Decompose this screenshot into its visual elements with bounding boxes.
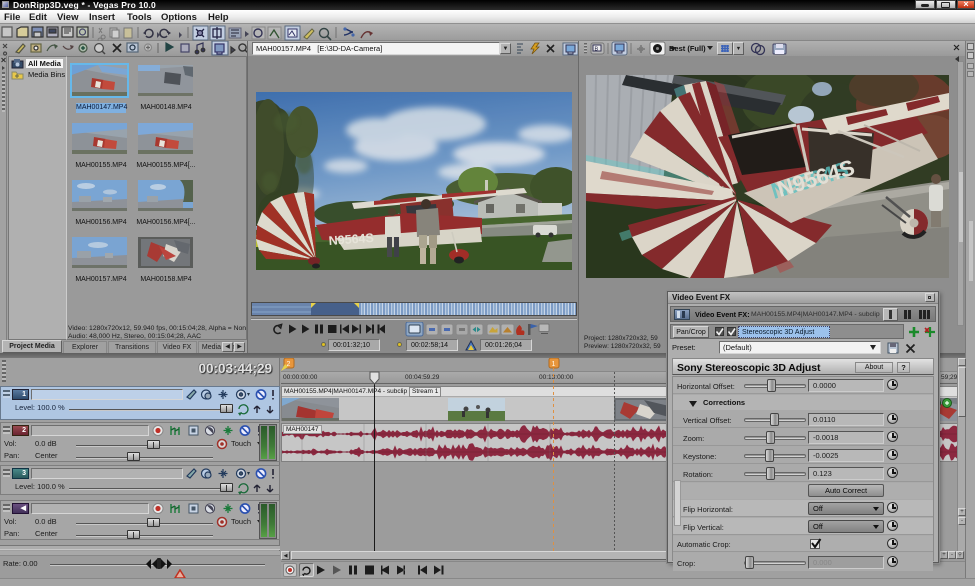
svg-text:B: B [595,47,599,53]
svg-text:1: 1 [552,361,556,368]
